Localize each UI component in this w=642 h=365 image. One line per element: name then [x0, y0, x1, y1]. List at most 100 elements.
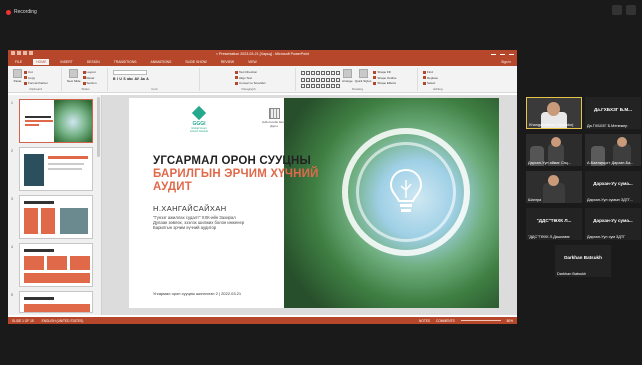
align-text-button[interactable]: Align Text: [235, 76, 266, 80]
recording-label: Recording: [14, 9, 37, 15]
slide-editing-area: GGGI Global Green Growth Institute Нийсл…: [102, 95, 517, 315]
shape-fill-button[interactable]: Shape Fill: [373, 70, 396, 74]
undo-icon[interactable]: [17, 51, 21, 55]
slide-thumbnail-1[interactable]: [19, 99, 93, 143]
slide-title-block: УГСАРМАЛ ОРОН СУУЦНЫ БАРИЛГЫН ЭРЧИМ ХҮЧН…: [153, 155, 333, 231]
participant-tile[interactable]: "ДДС"ТӨХК Л... "ДДС"ТӨХК Л.Дашзэвэг: [526, 208, 582, 240]
tab-insert[interactable]: INSERT: [57, 59, 75, 65]
close-icon[interactable]: [509, 51, 514, 55]
replace-button[interactable]: Replace: [423, 76, 438, 80]
quick-styles-label: Quick Styles: [354, 79, 372, 83]
fullscreen-icon[interactable]: [626, 5, 636, 15]
slide-thumbnail-4[interactable]: [19, 243, 93, 287]
convert-smartart-button[interactable]: Convert to SmartArt: [235, 81, 266, 85]
tab-animations[interactable]: ANIMATIONS: [148, 59, 175, 65]
participant-tile[interactable]: Дархан-Уу сума... Дархан-Уул сум ЗДТГ: [585, 208, 641, 240]
participant-name: Да.ГХБХЗГ Б.Менежер: [587, 124, 628, 128]
cut-button[interactable]: Cut: [24, 70, 48, 74]
thumbnail-scrollbar[interactable]: [97, 97, 100, 157]
paste-label: Paste: [13, 79, 22, 83]
char-spacing-button[interactable]: AV: [134, 77, 138, 81]
slide-title-line-3: АУДИТ: [153, 181, 192, 193]
participant-tile[interactable]: Darkhan Batsukh Darkhan Batsukh: [555, 245, 611, 277]
shadow-button[interactable]: S: [123, 77, 125, 81]
participant-tile[interactable]: Дархан-Уу сума... Дархан-Уул сумын ЗДТГ.…: [585, 171, 641, 203]
bold-button[interactable]: B: [113, 77, 115, 81]
participant-video: [543, 183, 565, 203]
save-icon[interactable]: [11, 51, 15, 55]
slides-group: New Slide Layout Reset Section Slides: [64, 68, 108, 91]
shape-outline-button[interactable]: Shape Outline: [373, 76, 396, 80]
shape-effects-button[interactable]: Shape Effects: [373, 81, 396, 85]
format-painter-button[interactable]: Format Painter: [24, 81, 48, 85]
slides-group-label: Slides: [81, 87, 90, 91]
paragraph-group-label: Paragraph: [241, 87, 256, 91]
slide-thumbnail-3[interactable]: [19, 195, 93, 239]
slide-thumbnail-5[interactable]: [19, 291, 93, 313]
author-role: Барилгын эрчим хүчний аудитор: [153, 225, 217, 231]
arrange-label: Arrange: [342, 79, 353, 83]
slide-thumbnail-2[interactable]: [19, 147, 93, 191]
tab-slide-show[interactable]: SLIDE SHOW: [182, 59, 209, 65]
section-button[interactable]: Section: [83, 81, 97, 85]
window-title: < Presentation 2023-03-21 [Харьц] - Micr…: [215, 52, 310, 56]
participant-name: Дархан-Уул сумын ЗДТГ...: [587, 198, 633, 202]
layout-button[interactable]: Layout: [83, 70, 97, 74]
thumbnail-number: 4: [11, 245, 13, 249]
select-button[interactable]: Select: [423, 81, 438, 85]
tab-transitions[interactable]: TRANSITIONS: [111, 59, 140, 65]
lightbulb-icon: [389, 168, 423, 212]
font-family-select[interactable]: [113, 70, 147, 75]
font-color-button[interactable]: A: [146, 77, 148, 81]
quick-access-toolbar: [11, 51, 33, 55]
participant-tile[interactable]: Шангра: [526, 171, 582, 203]
new-slide-icon: [69, 69, 79, 78]
meeting-controls: [612, 5, 636, 15]
slide-counter: SLIDE 1 OF 15: [12, 318, 34, 323]
strikethrough-button[interactable]: abc: [127, 77, 133, 81]
participant-tile[interactable]: А.Баатарцогт Дархан-Ба...: [585, 134, 641, 166]
reset-button[interactable]: Reset: [83, 76, 97, 80]
underline-button[interactable]: U: [119, 77, 121, 81]
record-dot-icon: [6, 9, 11, 15]
tab-design[interactable]: DESIGN: [84, 59, 103, 65]
minimize-icon[interactable]: [491, 51, 496, 55]
ribbon: Paste Cut Copy Format Painter Clipboard …: [8, 66, 517, 93]
maximize-icon[interactable]: [500, 51, 505, 55]
gallery-view-icon[interactable]: [612, 5, 622, 15]
participant-tile[interactable]: Дархан-Уул аймаг Сэц...: [526, 134, 582, 166]
participant-tile[interactable]: Khangaisaikhan Nyamdorj: [526, 97, 582, 129]
slide-title-line-1: УГСАРМАЛ ОРОН СУУЦНЫ: [153, 155, 311, 167]
tab-view[interactable]: VIEW: [245, 59, 260, 65]
gggi-logo: GGGI Global Green Growth Institute: [189, 105, 209, 133]
zoom-slider[interactable]: [460, 320, 501, 321]
participant-display-name: Да.ГХБХЗГ Б.М...: [594, 107, 632, 112]
comments-button[interactable]: COMMENTS: [436, 319, 455, 323]
slide-title-line-2: БАРИЛГЫН ЭРЧИМ ХҮЧНИЙ: [153, 168, 319, 180]
participant-name: А.Баатарцогт Дархан-Ба...: [587, 161, 634, 165]
redo-icon[interactable]: [23, 51, 27, 55]
language-indicator[interactable]: ENGLISH (UNITED STATES): [42, 319, 84, 323]
editing-group: Find Replace Select Editing: [420, 68, 456, 91]
tab-review[interactable]: REVIEW: [218, 59, 237, 65]
tab-file[interactable]: FILE: [12, 59, 25, 65]
participant-gallery: Khangaisaikhan Nyamdorj Да.ГХБХЗГ Б.М...…: [522, 92, 642, 282]
italic-button[interactable]: I: [117, 77, 118, 81]
participant-display-name: "ДДС"ТӨХК Л...: [536, 218, 572, 223]
start-slideshow-icon[interactable]: [29, 51, 33, 55]
sign-in-link[interactable]: Sign in: [501, 60, 511, 64]
drawing-group-label: Drawing: [351, 87, 363, 91]
ppt-status-bar: SLIDE 1 OF 15 ENGLISH (UNITED STATES) NO…: [8, 317, 517, 324]
tab-home[interactable]: HOME: [33, 59, 50, 65]
change-case-button[interactable]: Aa: [140, 77, 144, 81]
zoom-level[interactable]: 80%: [507, 319, 513, 323]
participant-tile[interactable]: Да.ГХБХЗГ Б.М... Да.ГХБХЗГ Б.Менежер: [585, 97, 641, 129]
window-controls: [491, 51, 514, 55]
notes-button[interactable]: NOTES: [419, 319, 430, 323]
editing-group-label: Editing: [433, 87, 443, 91]
copy-button[interactable]: Copy: [24, 76, 48, 80]
current-slide[interactable]: GGGI Global Green Growth Institute Нийсл…: [129, 98, 499, 308]
find-button[interactable]: Find: [423, 70, 438, 74]
gggi-logo-icon: [191, 105, 207, 121]
text-direction-button[interactable]: Text Direction: [235, 70, 266, 74]
